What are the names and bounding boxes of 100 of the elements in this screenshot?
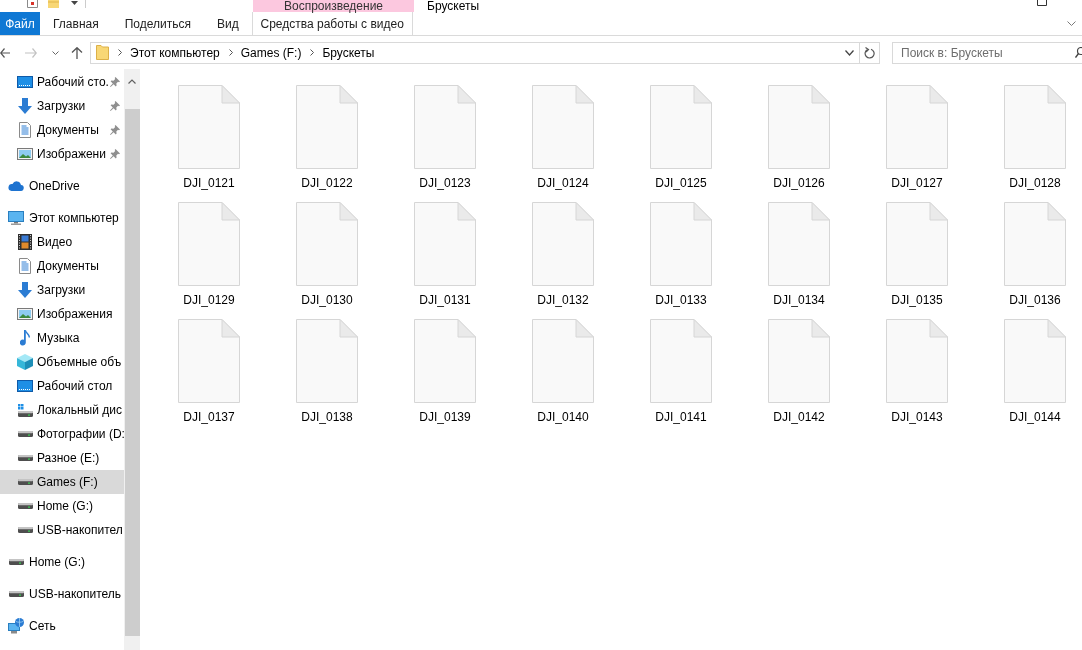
nav-item[interactable]: OneDrive — [0, 174, 124, 198]
file-item[interactable]: DJI_0121 — [163, 85, 255, 190]
nav-item[interactable]: Home (G:) — [0, 550, 124, 574]
file-item[interactable]: DJI_0128 — [989, 85, 1081, 190]
document-icon — [19, 122, 31, 138]
file-icon — [768, 319, 830, 403]
file-icon — [414, 202, 476, 286]
file-item[interactable]: DJI_0126 — [753, 85, 845, 190]
chevron-right-icon[interactable] — [310, 49, 315, 56]
nav-item[interactable]: Разное (E:) — [0, 446, 124, 470]
pin-icon[interactable] — [110, 125, 120, 135]
file-icon — [414, 319, 476, 403]
address-bar[interactable]: Этот компьютер Games (F:) Брускеты — [90, 41, 880, 64]
monitor-icon — [8, 211, 24, 225]
file-item[interactable]: DJI_0143 — [871, 319, 963, 424]
search-icon[interactable] — [1075, 46, 1082, 58]
file-item[interactable]: DJI_0140 — [517, 319, 609, 424]
nav-item[interactable]: Документы — [0, 118, 124, 142]
file-item[interactable]: DJI_0138 — [281, 319, 373, 424]
breadcrumb-item[interactable]: Этот компьютер — [130, 43, 220, 62]
ribbon-tab[interactable]: Главная — [40, 12, 112, 35]
file-menu-button[interactable]: Файл — [0, 12, 40, 35]
drive-icon — [17, 455, 33, 461]
pin-icon[interactable] — [110, 101, 120, 111]
file-item[interactable]: DJI_0131 — [399, 202, 491, 307]
file-icon — [1004, 202, 1066, 286]
file-item[interactable]: DJI_0144 — [989, 319, 1081, 424]
file-icon — [532, 319, 594, 403]
nav-item[interactable]: Локальный дис — [0, 398, 124, 422]
file-item[interactable]: DJI_0137 — [163, 319, 255, 424]
nav-item[interactable]: Изображени — [0, 142, 124, 166]
file-item[interactable]: DJI_0142 — [753, 319, 845, 424]
nav-item[interactable]: USB-накопитель — [0, 582, 124, 606]
nav-item[interactable]: Games (F:) — [0, 470, 124, 494]
down-arrow-icon — [18, 282, 32, 298]
window-title: Брускеты — [427, 0, 480, 12]
file-icon — [650, 202, 712, 286]
chevron-down-icon — [1066, 21, 1076, 26]
file-item[interactable]: DJI_0122 — [281, 85, 373, 190]
file-icon — [768, 85, 830, 169]
search-field[interactable]: Поиск в: Брускеты — [892, 41, 1082, 64]
nav-item[interactable]: Сеть — [0, 614, 124, 638]
file-item[interactable]: DJI_0124 — [517, 85, 609, 190]
caret-down-icon — [51, 50, 59, 55]
file-icon — [178, 85, 240, 169]
nav-item[interactable]: Документы — [0, 254, 124, 278]
nav-item[interactable]: Рабочий стол — [0, 374, 124, 398]
file-icon — [296, 202, 358, 286]
caret-down-icon[interactable] — [71, 1, 78, 5]
file-icon — [178, 202, 240, 286]
file-icon — [414, 85, 476, 169]
file-icon — [296, 85, 358, 169]
file-icon — [886, 202, 948, 286]
file-item[interactable]: DJI_0133 — [635, 202, 727, 307]
nav-item[interactable]: Видео — [0, 230, 124, 254]
nav-item[interactable]: Изображения — [0, 302, 124, 326]
system-drive-icon — [17, 403, 33, 417]
file-item[interactable]: DJI_0123 — [399, 85, 491, 190]
document-icon — [19, 258, 31, 274]
chevron-right-icon[interactable] — [228, 49, 233, 56]
file-item[interactable]: DJI_0136 — [989, 202, 1081, 307]
breadcrumb-item[interactable]: Games (F:) — [240, 43, 302, 62]
network-icon — [8, 618, 24, 634]
file-item[interactable]: DJI_0134 — [753, 202, 845, 307]
breadcrumb-item[interactable]: Брускеты — [322, 43, 375, 62]
nav-item[interactable]: Фотографии (D: — [0, 422, 124, 446]
nav-item[interactable]: Home (G:) — [0, 494, 124, 518]
file-item[interactable]: DJI_0135 — [871, 202, 963, 307]
ribbon-tab[interactable]: Средства работы с видео — [251, 12, 413, 35]
file-item[interactable]: DJI_0125 — [635, 85, 727, 190]
file-icon — [532, 85, 594, 169]
file-item[interactable]: DJI_0132 — [517, 202, 609, 307]
nav-item[interactable]: USB-накопител — [0, 518, 124, 542]
file-item[interactable]: DJI_0141 — [635, 319, 727, 424]
desktop-icon — [17, 76, 33, 88]
nav-item[interactable]: Объемные объ — [0, 350, 124, 374]
nav-item[interactable]: Рабочий сто. — [0, 70, 124, 94]
document-icon[interactable] — [27, 0, 38, 8]
nav-item[interactable]: Музыка — [0, 326, 124, 350]
file-item[interactable]: DJI_0127 — [871, 85, 963, 190]
pin-icon[interactable] — [110, 77, 120, 87]
file-icon — [532, 202, 594, 286]
chevron-right-icon[interactable] — [118, 49, 122, 56]
caret-up-icon[interactable] — [128, 79, 136, 84]
file-icon — [296, 319, 358, 403]
caret-down-icon[interactable] — [845, 49, 854, 56]
file-item[interactable]: DJI_0139 — [399, 319, 491, 424]
pin-icon[interactable] — [110, 149, 120, 159]
drive-icon — [17, 503, 33, 509]
arrow-up-icon — [71, 46, 83, 59]
file-item[interactable]: DJI_0130 — [281, 202, 373, 307]
file-icon — [886, 85, 948, 169]
ribbon-tab[interactable]: Вид — [203, 12, 252, 35]
nav-item[interactable]: Загрузки — [0, 278, 124, 302]
file-item[interactable]: DJI_0129 — [163, 202, 255, 307]
nav-item[interactable]: Загрузки — [0, 94, 124, 118]
ribbon-tab[interactable]: Поделиться — [111, 12, 204, 35]
nav-item[interactable]: Этот компьютер — [0, 206, 124, 230]
drive-icon — [8, 591, 24, 597]
down-arrow-icon — [18, 98, 32, 114]
